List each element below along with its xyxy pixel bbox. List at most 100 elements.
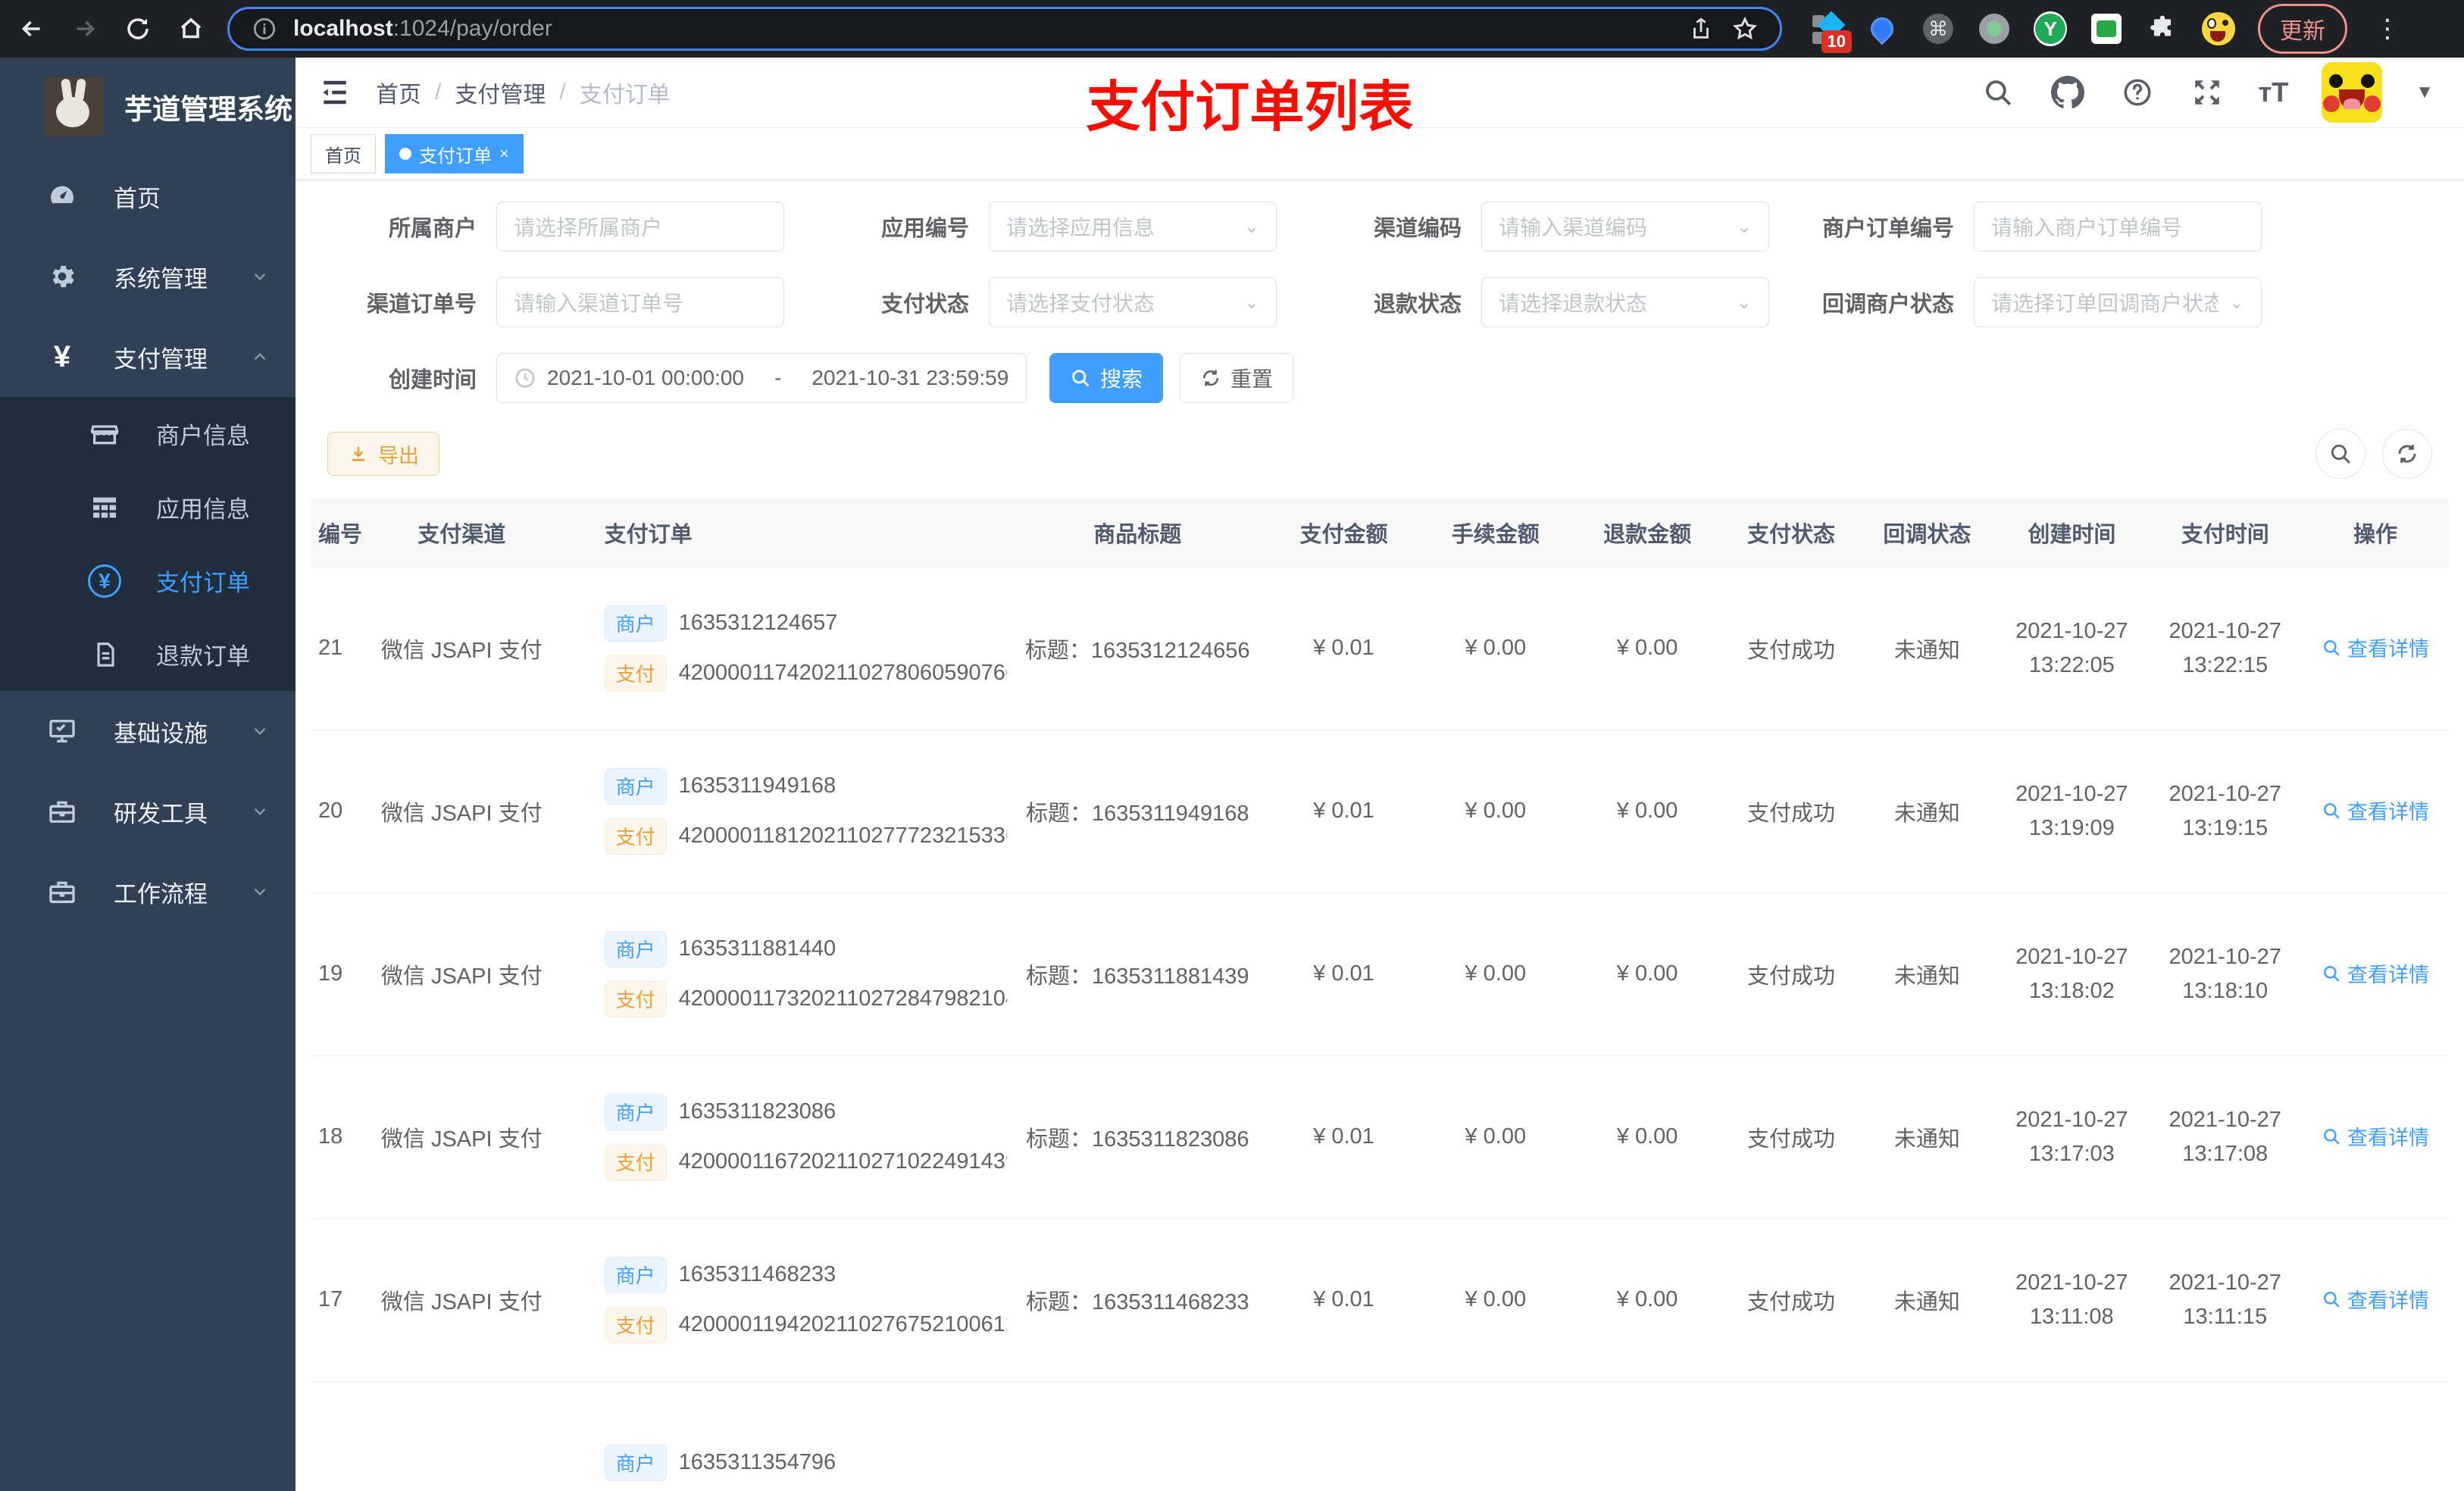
- breadcrumb-section[interactable]: 支付管理: [455, 76, 546, 109]
- user-avatar[interactable]: [2322, 62, 2383, 123]
- refund-status-select[interactable]: 请选择退款状态 ⌄: [1481, 277, 1769, 327]
- export-button[interactable]: 导出: [327, 432, 439, 476]
- view-detail-label: 查看详情: [2347, 1289, 2429, 1313]
- breadcrumb-home[interactable]: 首页: [376, 76, 421, 109]
- reset-button[interactable]: 重置: [1180, 353, 1294, 403]
- toggle-search-button[interactable]: [2315, 429, 2366, 479]
- sidebar-logo[interactable]: 芋道管理系统: [0, 58, 295, 156]
- browser-forward-button[interactable]: [68, 12, 102, 45]
- sidebar-item-infra[interactable]: 基础设施: [0, 691, 295, 771]
- view-detail-link[interactable]: 查看详情: [2322, 958, 2429, 988]
- tag-label: 支付订单: [419, 145, 492, 167]
- merchant-input[interactable]: 请选择所属商户: [496, 202, 784, 252]
- breadcrumb-separator: /: [559, 80, 566, 105]
- col-notify-status: 回调状态: [1859, 499, 1996, 567]
- sidebar-item-devtool[interactable]: 研发工具: [0, 771, 295, 852]
- extension-diamond-icon[interactable]: 10: [1809, 11, 1852, 53]
- view-detail-link[interactable]: 查看详情: [2322, 796, 2429, 825]
- breadcrumb-current: 支付订单: [579, 83, 671, 108]
- channel-code-select[interactable]: 请输入渠道编码 ⌄: [1481, 202, 1769, 252]
- extension-y-icon[interactable]: Y: [2034, 11, 2067, 46]
- cell-refund: ¥ 0.00: [1571, 567, 1724, 730]
- cell-pay-time: 2021-10-27 13:22:15: [2148, 567, 2302, 730]
- col-refund: 退款金额: [1571, 499, 1724, 567]
- app-select[interactable]: 请选择应用信息 ⌄: [989, 202, 1277, 252]
- chevron-down-icon: [250, 721, 270, 741]
- pay-order-no: 4200001181202110277723215336: [678, 824, 1008, 848]
- extension-pin-icon[interactable]: [1865, 12, 1899, 45]
- sidebar-item-refund-order[interactable]: 退款订单: [0, 617, 295, 691]
- chevron-down-icon: ⌄: [1243, 216, 1259, 237]
- cell-id: 20: [311, 730, 363, 893]
- share-icon[interactable]: [1686, 14, 1716, 44]
- bookmark-star-icon[interactable]: [1730, 14, 1760, 44]
- address-bar[interactable]: localhost:1024/pay/order: [227, 7, 1782, 51]
- col-fee: 手续金额: [1419, 499, 1571, 567]
- placeholder: 请选择订单回调商户状态: [1991, 292, 2219, 315]
- close-icon[interactable]: ×: [499, 144, 509, 164]
- tag-pay-order[interactable]: 支付订单 ×: [385, 134, 524, 173]
- site-info-icon[interactable]: [249, 14, 280, 44]
- sidebar-item-system[interactable]: 系统管理: [0, 236, 295, 317]
- sidebar-item-pay[interactable]: ¥ 支付管理: [0, 317, 295, 397]
- sidebar-item-app-info[interactable]: 应用信息: [0, 470, 295, 544]
- notify-status-select[interactable]: 请选择订单回调商户状态 ⌄: [1974, 277, 2262, 327]
- export-button-label: 导出: [378, 444, 419, 467]
- cell-title: 标题：1635312124656: [1007, 567, 1268, 730]
- search-icon: [2324, 965, 2340, 982]
- browser-update-button[interactable]: 更新: [2258, 4, 2347, 54]
- dashboard-icon: [45, 181, 79, 211]
- sidebar-item-home[interactable]: 首页: [0, 156, 295, 236]
- col-pay-status: 支付状态: [1723, 499, 1859, 567]
- font-size-icon[interactable]: ᴛT: [2259, 77, 2289, 108]
- view-detail-link[interactable]: 查看详情: [2322, 1284, 2429, 1314]
- channel-order-input[interactable]: 请输入渠道订单号: [496, 277, 784, 327]
- sidebar-item-workflow[interactable]: 工作流程: [0, 852, 295, 932]
- sidebar-item-merchant-info[interactable]: 商户信息: [0, 397, 295, 470]
- sidebar-collapse-icon[interactable]: [318, 76, 352, 109]
- view-detail-link[interactable]: 查看详情: [2322, 1121, 2429, 1151]
- cell-fee: ¥ 0.00: [1419, 567, 1571, 730]
- chevron-up-icon: [250, 347, 270, 367]
- tag-label: 首页: [325, 145, 361, 167]
- pay-order-table: 编号 支付渠道 支付订单 商品标题 支付金额 手续金额 退款金额 支付状态 回调…: [311, 499, 2449, 1491]
- extension-chat-icon[interactable]: [2090, 12, 2123, 45]
- search-button[interactable]: 搜索: [1049, 353, 1164, 403]
- browser-back-button[interactable]: [15, 12, 48, 45]
- browser-toolbar: localhost:1024/pay/order 10 ⌘ Y 更新 ⋮: [0, 0, 2464, 58]
- browser-home-button[interactable]: [174, 12, 208, 45]
- github-icon[interactable]: [2050, 74, 2086, 111]
- extensions-puzzle-icon[interactable]: [2146, 12, 2179, 45]
- browser-reload-button[interactable]: [121, 12, 155, 45]
- extension-command-icon[interactable]: ⌘: [1921, 12, 1955, 45]
- merchant-order-input[interactable]: 请输入商户订单编号: [1974, 202, 2262, 252]
- search-icon: [1072, 370, 1090, 387]
- cell-order: 商户 1635311468233 支付 4200001194202110276752…: [560, 1218, 1008, 1382]
- filter-row-1: 所属商户 请选择所属商户 应用编号 请选择应用信息 ⌄ 渠道编码 请输入渠道编码 ⌄…: [311, 202, 2449, 252]
- pay-status-select[interactable]: 请选择支付状态 ⌄: [989, 277, 1277, 327]
- extension-emoji-icon[interactable]: [2202, 12, 2235, 45]
- refresh-table-button[interactable]: [2382, 429, 2432, 479]
- help-icon[interactable]: [2119, 74, 2156, 111]
- date-range-input[interactable]: 2021-10-01 00:00:00 - 2021-10-31 23:59:5…: [496, 353, 1027, 403]
- view-detail-link[interactable]: 查看详情: [2322, 633, 2429, 662]
- pay-tag: 支付: [604, 1306, 667, 1343]
- merchant-tag: 商户: [604, 1256, 667, 1293]
- avatar-caret-icon[interactable]: ▼: [2416, 82, 2434, 103]
- sidebar-item-label: 系统管理: [114, 265, 208, 292]
- cell-pay-time: 2021-10-27 13:17:08: [2148, 1055, 2302, 1219]
- search-icon[interactable]: [1980, 74, 2016, 111]
- fullscreen-icon[interactable]: [2189, 74, 2225, 111]
- browser-menu-icon[interactable]: ⋮: [2375, 14, 2400, 44]
- cell-action: 查看详情: [2301, 1218, 2449, 1382]
- sidebar-item-pay-order[interactable]: ¥ 支付订单: [0, 544, 295, 617]
- table-row: 19 微信 JSAPI 支付 商户 1635311881440 支付 4200001…: [311, 892, 2449, 1056]
- toolbox-icon: [45, 796, 79, 827]
- cell-title: 标题：1635311881439: [1007, 892, 1268, 1056]
- pay-order-no: 4200001174202110278060590766: [678, 661, 1008, 685]
- filter-create-time: 创建时间 2021-10-01 00:00:00 - 2021-10-31 23…: [311, 353, 1027, 403]
- cell-notify-status: 未通知: [1859, 567, 1996, 730]
- extension-record-icon[interactable]: [1978, 12, 2011, 45]
- tag-home[interactable]: 首页: [311, 134, 376, 173]
- search-icon: [2324, 639, 2340, 656]
